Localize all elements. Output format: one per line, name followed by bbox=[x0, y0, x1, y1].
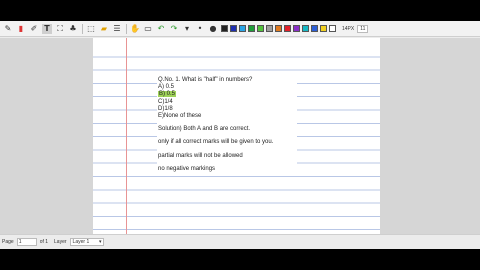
thin-dot-icon[interactable]: • bbox=[195, 24, 205, 34]
question-text: Q.No. 1. What is "half" in numbers? bbox=[158, 77, 253, 83]
color-swatch[interactable] bbox=[230, 25, 237, 32]
option-a: A) 0.5 bbox=[158, 84, 175, 91]
option-c: C)1/4 bbox=[158, 98, 173, 105]
select-rectangle-icon[interactable]: ▭ bbox=[143, 24, 153, 34]
option-b: B) 0.5 bbox=[158, 91, 296, 98]
color-swatch[interactable] bbox=[311, 25, 318, 32]
page-number-field[interactable]: 1 bbox=[16, 238, 37, 246]
select-region-icon[interactable]: ⬚ bbox=[86, 24, 96, 34]
stamp-icon[interactable]: ♣ bbox=[68, 24, 78, 34]
option-e: E)None of these bbox=[158, 112, 202, 119]
color-swatch[interactable] bbox=[293, 25, 300, 32]
layer-select-value: Layer 1 bbox=[72, 239, 90, 245]
option-b-highlighted: B) 0.5 bbox=[158, 91, 177, 98]
toolbar-divider bbox=[126, 23, 127, 34]
color-swatch[interactable] bbox=[248, 25, 255, 32]
pen-width-label: 14PX bbox=[342, 25, 355, 32]
color-swatch[interactable] bbox=[329, 25, 336, 32]
color-swatch[interactable] bbox=[266, 25, 273, 32]
color-swatch[interactable] bbox=[239, 25, 246, 32]
color-swatch[interactable] bbox=[302, 25, 309, 32]
option-d: D)1/8 bbox=[158, 105, 173, 112]
page-margin-line bbox=[126, 38, 127, 234]
layer-label: Layer bbox=[54, 239, 67, 245]
shapes-icon[interactable]: ▰ bbox=[99, 24, 109, 34]
pen-icon[interactable]: ✎ bbox=[3, 24, 13, 34]
solution-text: Solution) Both A and B are correct. bbox=[158, 126, 251, 133]
dropdown-arrow-icon[interactable]: ▾ bbox=[182, 24, 192, 34]
color-swatch[interactable] bbox=[275, 25, 282, 32]
note-negative-markings: no negative markings bbox=[158, 165, 216, 172]
canvas[interactable]: Q.No. 1. What is "half" in numbers? A) 0… bbox=[0, 38, 480, 234]
color-swatch[interactable] bbox=[221, 25, 228, 32]
layer-select[interactable]: Layer 1 ▾ bbox=[69, 238, 104, 246]
toolbar: ✎ ▮ ✐ T ⛶ ♣ ⬚ ▰ ☰ ✋ ▭ ↶ ↷ ▾ • ● 14PX 11 bbox=[0, 21, 480, 37]
note-partial-marks: partial marks will not be allowed bbox=[158, 152, 243, 159]
vertical-space-icon[interactable]: ☰ bbox=[112, 24, 122, 34]
note-page[interactable]: Q.No. 1. What is "half" in numbers? A) 0… bbox=[93, 38, 380, 234]
image-tool-icon[interactable]: ⛶ bbox=[55, 24, 65, 34]
color-swatch[interactable] bbox=[320, 25, 327, 32]
color-palette bbox=[221, 25, 338, 32]
chevron-down-icon: ▾ bbox=[99, 239, 102, 245]
text-tool-icon[interactable]: T bbox=[42, 23, 52, 34]
color-swatch[interactable] bbox=[284, 25, 291, 32]
color-swatch[interactable] bbox=[257, 25, 264, 32]
text-block[interactable]: Q.No. 1. What is "half" in numbers? A) 0… bbox=[157, 77, 297, 173]
zoom-field[interactable]: 11 bbox=[357, 24, 369, 33]
hand-tool-icon[interactable]: ✋ bbox=[130, 24, 140, 34]
note-correct-marks: only if all correct marks will be given … bbox=[158, 139, 274, 146]
page-count-label: of 1 bbox=[39, 239, 49, 245]
toolbar-divider bbox=[82, 23, 83, 34]
redo-icon[interactable]: ↷ bbox=[169, 24, 179, 34]
page-label: Page bbox=[2, 239, 14, 245]
undo-icon[interactable]: ↶ bbox=[156, 24, 166, 34]
thick-dot-icon[interactable]: ● bbox=[208, 24, 218, 34]
status-bar: Page 1 of 1 Layer Layer 1 ▾ bbox=[0, 234, 480, 249]
xournal-window: ✎ ▮ ✐ T ⛶ ♣ ⬚ ▰ ☰ ✋ ▭ ↶ ↷ ▾ • ● 14PX 11 … bbox=[0, 21, 480, 249]
highlighter-icon[interactable]: ✐ bbox=[29, 24, 39, 34]
eraser-icon[interactable]: ▮ bbox=[16, 24, 26, 34]
